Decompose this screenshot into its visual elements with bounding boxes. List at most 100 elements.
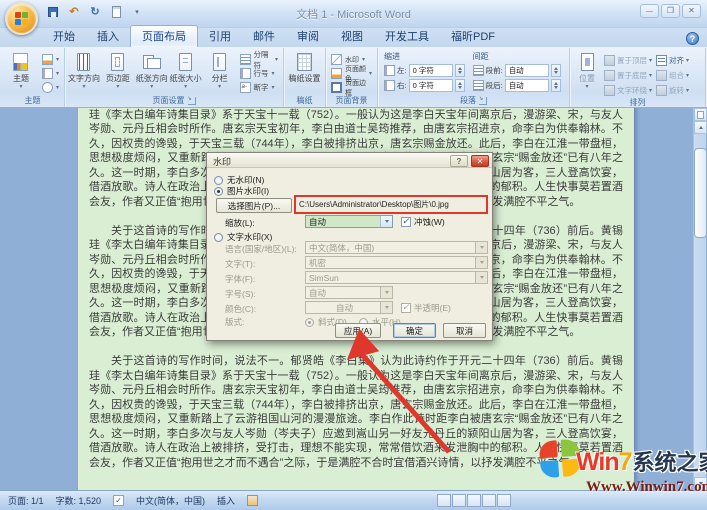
outline-view-button[interactable] [482,494,496,507]
themes-group: 主题 主题 [1,48,65,107]
orientation-button[interactable]: 纸张方向 [135,50,169,92]
picture-watermark-radio[interactable] [214,186,223,196]
theme-fonts-icon [41,68,53,79]
web-layout-view-button[interactable] [467,494,481,507]
tab-home[interactable]: 开始 [42,26,86,47]
hyphenation-button[interactable]: 断字 [237,81,281,94]
spacing-before-stepper[interactable] [550,64,561,77]
spacing-before-icon [472,65,484,76]
winwin7-watermark: Win7系统之家 Www.Winwin7.com [538,437,707,503]
themes-button[interactable]: 主题 [3,50,39,92]
vertical-scrollbar[interactable] [693,108,707,490]
indent-right-stepper[interactable] [454,79,465,92]
position-button[interactable]: 位置 [572,50,602,92]
theme-colors-icon [41,54,53,65]
dropdown-arrow-icon [475,242,487,253]
group-button[interactable]: 组合 [654,68,691,82]
indent-left-icon [384,65,395,76]
fullscreen-view-button[interactable] [452,494,466,507]
page-indicator[interactable]: 页面: 1/1 [8,494,44,507]
language-indicator[interactable]: 中文(简体，中国) [136,494,205,507]
select-picture-button[interactable]: 选择图片(P)... [216,198,292,213]
arrange-group: 位置 置于顶层 置于底层 文字环绕 对齐 组合 旋转 排列 [570,48,706,107]
cancel-button[interactable]: 取消 [443,323,486,338]
language-dropdown: 中文(简体，中国) [305,241,488,254]
dialog-close-button[interactable] [471,155,489,167]
tab-foxit-pdf[interactable]: 福昕PDF [440,26,506,47]
minimize-button[interactable] [640,4,659,18]
tab-view[interactable]: 视图 [330,26,374,47]
theme-fonts-button[interactable] [39,67,62,80]
spacing-before-input[interactable]: 自动 [504,64,549,77]
rotate-icon [656,84,668,96]
macro-record-icon[interactable] [247,495,259,506]
breaks-button[interactable]: 分隔符 [237,50,281,70]
word-count[interactable]: 字数: 1,520 [56,494,102,507]
indent-right-icon [384,80,395,91]
window-controls [640,4,701,18]
tab-page-layout[interactable]: 页面布局 [130,25,198,47]
color-dropdown: 自动 [305,301,393,314]
grid-settings-button[interactable]: 稿纸设置 [286,50,323,83]
dialog-help-button[interactable] [450,155,468,167]
windows-flag-icon [538,438,582,482]
align-button[interactable]: 对齐 [654,53,691,67]
apply-button[interactable]: 应用(A) [335,323,381,338]
paper-size-button[interactable]: 纸张大小 [169,50,203,92]
text-wrapping-button[interactable]: 文字环绕 [602,83,654,97]
text-direction-button[interactable]: 文字方向 [67,50,101,92]
print-layout-view-button[interactable] [437,494,451,507]
ribbon-tab-row: 开始 插入 页面布局 引用 邮件 审阅 视图 开发工具 福昕PDF [0,25,707,47]
spacing-after-stepper[interactable] [550,79,561,92]
view-mode-buttons [437,494,511,507]
send-to-back-button[interactable]: 置于底层 [602,68,654,82]
margins-icon [108,52,127,72]
tab-review[interactable]: 审阅 [286,26,330,47]
scroll-up-button[interactable] [694,121,707,134]
text-dropdown: 机密 [305,256,488,269]
orientation-icon [142,52,162,72]
indent-left-stepper[interactable] [454,64,465,77]
tab-references[interactable]: 引用 [198,26,242,47]
bring-to-front-icon [604,54,615,66]
dropdown-arrow-icon [380,287,392,298]
indent-right-input[interactable]: 0 字符 [408,79,453,92]
washout-checkbox[interactable] [401,216,411,227]
dropdown-arrow-icon [475,272,487,283]
text-wrapping-icon [604,84,615,96]
columns-icon [210,52,229,72]
line-numbers-button[interactable]: 行号 [237,67,281,80]
insert-mode-indicator[interactable]: 插入 [217,494,235,507]
dropdown-arrow-icon[interactable] [380,216,392,227]
page-borders-button[interactable]: 页面边框 [328,80,375,97]
help-icon[interactable] [686,32,699,45]
font-dropdown: SimSun [305,271,488,284]
restore-button[interactable] [661,4,680,18]
no-watermark-radio[interactable] [214,175,223,185]
dialog-launcher-icon[interactable] [187,93,196,105]
tab-developer[interactable]: 开发工具 [374,26,440,47]
spacing-after-icon [472,80,484,91]
scale-dropdown[interactable]: 自动 [305,215,393,228]
close-button[interactable] [682,4,701,18]
tab-insert[interactable]: 插入 [86,26,130,47]
scrollbar-thumb[interactable] [694,148,707,238]
draft-view-button[interactable] [497,494,511,507]
tab-mailings[interactable]: 邮件 [242,26,286,47]
spellcheck-icon[interactable]: ✓ [113,495,125,506]
margins-button[interactable]: 页边距 [101,50,135,92]
indent-left-input[interactable]: 0 字符 [408,64,453,77]
dropdown-arrow-icon [380,302,392,313]
bring-to-front-button[interactable]: 置于顶层 [602,53,654,67]
theme-colors-button[interactable] [39,53,62,66]
rotate-button[interactable]: 旋转 [654,83,691,97]
page-borders-icon [331,82,342,93]
theme-effects-button[interactable] [39,81,62,94]
ok-button[interactable]: 确定 [393,323,436,338]
columns-button[interactable]: 分栏 [203,50,237,92]
office-button[interactable] [5,2,38,35]
text-watermark-radio[interactable] [214,232,223,242]
spacing-after-input[interactable]: 自动 [504,79,549,92]
ruler-toggle-button[interactable] [694,108,707,121]
dialog-launcher-icon[interactable] [478,93,487,105]
